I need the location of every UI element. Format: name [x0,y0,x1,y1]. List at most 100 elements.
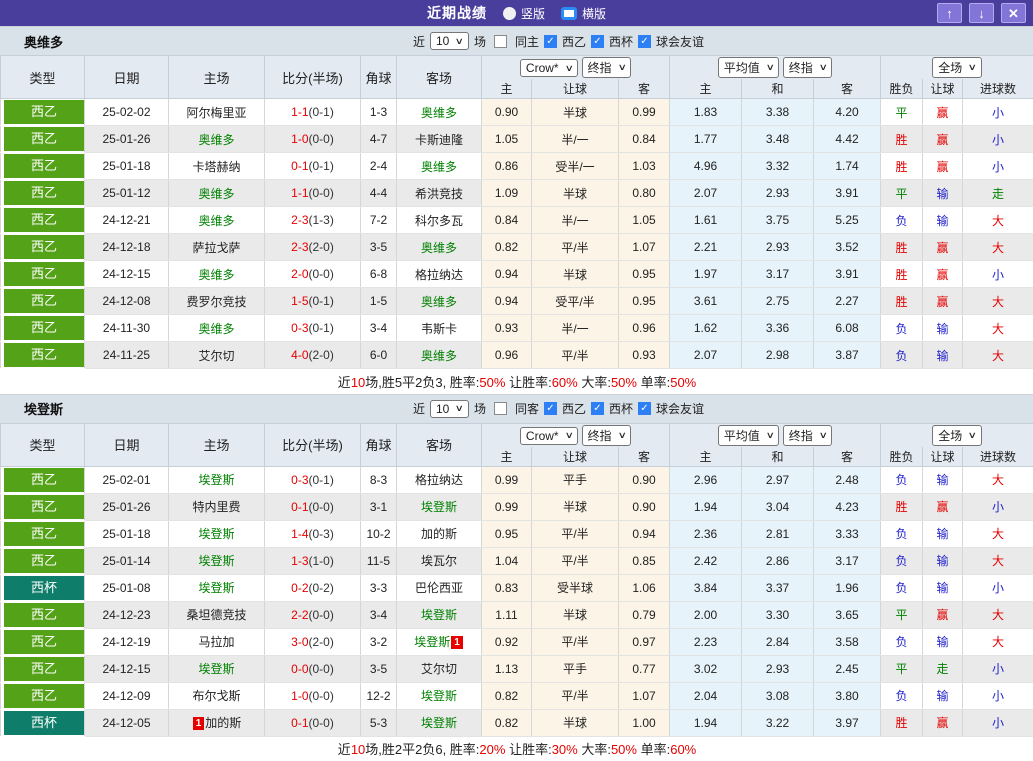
sub-header-avg-away: 客 [814,79,881,99]
avg-draw-cell: 2.93 [742,655,814,682]
away-team-cell: 埃登斯 [397,682,482,709]
fulltime-score: 2-3 [291,240,308,254]
summary-segment: 60% [670,742,696,757]
league-checkbox-0[interactable] [544,402,557,415]
average-final-select[interactable]: 终指∨ [783,425,833,446]
score-cell: 4-0(2-0) [265,342,361,369]
move-up-button[interactable]: ↑ [937,3,962,23]
date-cell: 25-01-08 [85,574,169,601]
summary-row: 近10场,胜2平2负6, 胜率:20% 让胜率:30% 大率:50% 单率:60… [1,736,1033,761]
odds-home-cell: 1.04 [482,547,532,574]
corner-cell: 6-8 [361,261,397,288]
same-venue-checkbox[interactable] [494,402,507,415]
result-handicap-cell: 输 [923,547,963,574]
recent-label: 近 [413,33,425,50]
home-team-cell: 马拉加 [169,628,265,655]
corner-cell: 3-1 [361,493,397,520]
team-section-header: 埃登斯 近 10∨ 场 同客 西乙 西杯 球会友谊 [0,394,1033,423]
league-badge: 西乙 [4,495,84,519]
match-row: 西乙24-12-15埃登斯0-0(0-0)3-5艾尔切1.13平手0.773.0… [1,655,1033,682]
league-label-1: 西杯 [609,33,633,50]
result-handicap-cell: 赢 [923,126,963,153]
date-cell: 24-12-15 [85,261,169,288]
result-goals-cell: 大 [963,601,1033,628]
date-cell: 24-12-05 [85,709,169,736]
match-row: 西乙25-01-14埃登斯1-3(1-0)11-5埃瓦尔1.04平/半0.852… [1,547,1033,574]
recent-count-select[interactable]: 10∨ [430,400,469,418]
result-handicap-cell: 赢 [923,234,963,261]
corner-cell: 10-2 [361,520,397,547]
fulltime-select[interactable]: 全场∨ [932,57,982,78]
result-handicap-cell: 输 [923,520,963,547]
odds-home-cell: 0.96 [482,342,532,369]
result-handicap-cell: 赢 [923,709,963,736]
same-venue-checkbox[interactable] [494,35,507,48]
team-label: 阿尔梅里亚 [186,106,246,120]
average-select[interactable]: 平均值∨ [718,425,780,446]
league-label-0: 西乙 [562,400,586,417]
match-row: 西杯25-01-08埃登斯0-2(0-2)3-3巴伦西亚0.83受半球1.063… [1,574,1033,601]
sub-header-odds-home: 主 [482,79,532,99]
result-handicap-cell: 输 [923,180,963,207]
odds-source-select[interactable]: Crow*∨ [520,427,578,445]
close-button[interactable]: ✕ [1001,3,1026,23]
col-header-corner: 角球 [361,423,397,466]
team-label: 埃登斯 [198,473,234,487]
average-final-select[interactable]: 终指∨ [783,57,833,78]
team-label: 萨拉戈萨 [192,241,240,255]
team-label: 奥维多 [421,241,457,255]
odds-final-select[interactable]: 终指∨ [582,425,632,446]
corner-cell: 4-7 [361,126,397,153]
titlebar: 近期战绩 竖版 横版 ↑ ↓ ✕ [0,0,1033,26]
league-checkbox-2[interactable] [638,35,651,48]
fulltime-score: 1-1 [291,105,308,119]
odds-home-cell: 1.13 [482,655,532,682]
league-cell: 西乙 [1,655,85,682]
away-team-cell: 希洪竞技 [397,180,482,207]
result-outcome-cell: 胜 [881,153,923,180]
avg-home-cell: 4.96 [670,153,742,180]
chevron-down-icon: ∨ [968,62,977,73]
league-badge: 西乙 [4,262,84,286]
date-cell: 24-11-25 [85,342,169,369]
away-team-cell: 格拉纳达 [397,261,482,288]
corner-cell: 3-3 [361,574,397,601]
radio-horizontal[interactable]: 横版 [561,5,606,22]
team-label: 埃登斯 [421,608,457,622]
odds-final-select[interactable]: 终指∨ [582,57,632,78]
league-checkbox-2[interactable] [638,402,651,415]
halftime-score: (0-1) [309,105,334,119]
halftime-score: (0-1) [309,321,334,335]
result-handicap-cell: 赢 [923,493,963,520]
date-cell: 25-01-14 [85,547,169,574]
result-group-header: 全场∨ [881,56,1033,80]
col-header-type: 类型 [1,423,85,466]
league-checkbox-0[interactable] [544,35,557,48]
odds-home-cell: 1.05 [482,126,532,153]
matches-tbody: 西乙25-02-01埃登斯0-3(0-1)8-3格拉纳达0.99平手0.902.… [1,466,1033,736]
fulltime-score: 0-3 [291,321,308,335]
recent-count-select[interactable]: 10∨ [430,32,469,50]
odds-away-cell: 0.80 [619,180,670,207]
league-checkbox-1[interactable] [591,402,604,415]
avg-away-cell: 5.25 [814,207,881,234]
matches-table: 类型 日期 主场 比分(半场) 角球 客场 Crow*∨ 终指∨ 平均值∨ 终指… [0,423,1033,761]
date-cell: 25-02-02 [85,99,169,126]
summary-segment: 场,胜2平2负6, 胜率: [365,742,479,757]
average-select[interactable]: 平均值∨ [718,57,780,78]
team-label: 埃登斯 [421,500,457,514]
radio-vertical[interactable]: 竖版 [503,5,545,22]
odds-home-cell: 0.90 [482,99,532,126]
fulltime-select[interactable]: 全场∨ [932,425,982,446]
odds-away-cell: 0.79 [619,601,670,628]
odds-away-cell: 0.95 [619,261,670,288]
match-row: 西乙24-12-09布尔戈斯1-0(0-0)12-2埃登斯0.82平/半1.07… [1,682,1033,709]
odds-away-cell: 0.84 [619,126,670,153]
away-team-cell: 韦斯卡 [397,315,482,342]
league-checkbox-1[interactable] [591,35,604,48]
move-down-button[interactable]: ↓ [969,3,994,23]
odds-away-cell: 0.97 [619,628,670,655]
team-label: 埃登斯 [198,581,234,595]
odds-source-select[interactable]: Crow*∨ [520,59,578,77]
match-row: 西乙25-01-26特内里费0-1(0-0)3-1埃登斯0.99半球0.901.… [1,493,1033,520]
